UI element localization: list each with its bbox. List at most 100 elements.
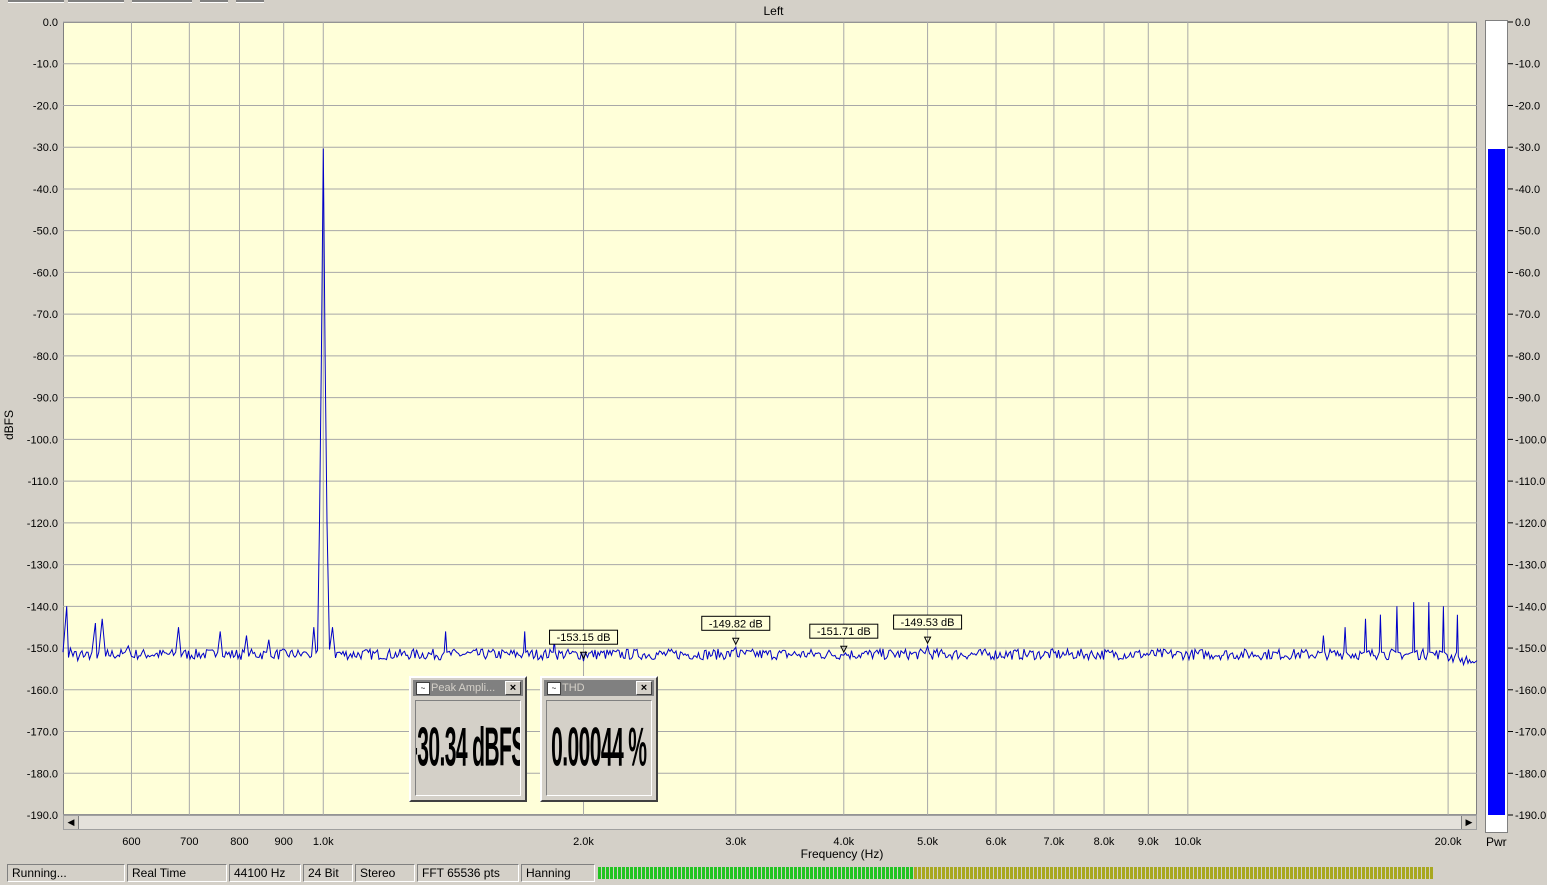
progress-segment [1026,867,1029,879]
progress-segment [1074,867,1077,879]
progress-segment [1310,867,1313,879]
progress-segment [1186,867,1189,879]
grid-lines [63,21,1477,816]
progress-segment [814,867,817,879]
progress-segment [926,867,929,879]
progress-segment [762,867,765,879]
power-meter-fill [1488,148,1505,815]
progress-segment [798,867,801,879]
status-sample-rate: 44100 Hz [229,864,301,882]
progress-segment [962,867,965,879]
progress-segment [1374,867,1377,879]
progress-segment [1102,867,1105,879]
progress-segment [1270,867,1273,879]
y-tick-label: -140.0 [27,601,58,613]
progress-segment [950,867,953,879]
progress-segment [970,867,973,879]
y-tick-label: -20.0 [33,100,58,112]
progress-segment [902,867,905,879]
progress-segment [1142,867,1145,879]
progress-segment [1126,867,1129,879]
progress-segment [654,867,657,879]
meter-tick-label: -40.0 [1515,184,1540,196]
progress-segment [1350,867,1353,879]
progress-segment [958,867,961,879]
progress-segment [1210,867,1213,879]
progress-segment [1058,867,1061,879]
progress-segment [1430,867,1433,879]
y-tick-label: -10.0 [33,59,58,71]
progress-segment [946,867,949,879]
progress-segment [1366,867,1369,879]
progress-segment [606,867,609,879]
progress-segment [694,867,697,879]
y-tick-label: -50.0 [33,226,58,238]
progress-segment [1222,867,1225,879]
frequency-scrollbar[interactable]: ◀ ▶ [63,815,1477,830]
progress-segment [878,867,881,879]
progress-segment [982,867,985,879]
y-tick-label: -170.0 [27,727,58,739]
widget-titlebar[interactable]: ~ Peak Ampli... × [413,680,523,696]
progress-segment [714,867,717,879]
progress-segment [1166,867,1169,879]
spectrum-chart: 0.0 -10.0 -20.0 -30.0 -40.0 -50.0 -60.0 -70.0 -8… [27,17,1546,848]
progress-segment [1046,867,1049,879]
progress-segment [766,867,769,879]
peak-amplitude-widget[interactable]: ~ Peak Ampli... × -30.34 dBFS [409,676,527,802]
progress-segment [1118,867,1121,879]
progress-segment [1422,867,1425,879]
widget-titlebar[interactable]: ~ THD × [544,680,654,696]
progress-segment [1034,867,1037,879]
y-tick-label: -30.0 [33,142,58,154]
y-tick-label: -100.0 [27,434,58,446]
status-bit-depth: 24 Bit [303,864,353,882]
scroll-left-button[interactable]: ◀ [64,816,79,829]
progress-segment [1338,867,1341,879]
meter-tick-label: -140.0 [1515,601,1546,613]
meter-tick-label: -60.0 [1515,267,1540,279]
thd-value: 0.00044 % [551,716,647,778]
progress-segment [638,867,641,879]
progress-segment [858,867,861,879]
spectrum-trace [62,148,1478,667]
y-axis-ticks: 0.0 -10.0 -20.0 -30.0 -40.0 -50.0 -60.0 -70.0 -8… [27,17,58,822]
y-tick-label: -150.0 [27,643,58,655]
progress-segment [686,867,689,879]
progress-segment [738,867,741,879]
progress-segment [914,867,917,879]
meter-tick-label: -70.0 [1515,309,1540,321]
progress-segment [602,867,605,879]
progress-segment [1078,867,1081,879]
progress-segment [1050,867,1053,879]
progress-segment [898,867,901,879]
meter-tick-label: 0.0 [1515,17,1530,29]
progress-segment [1334,867,1337,879]
x-axis-label: Frequency (Hz) [800,847,884,861]
power-meter-label: Pwr [1486,835,1507,849]
progress-segment [622,867,625,879]
meter-tick-label: -50.0 [1515,226,1540,238]
close-icon[interactable]: × [636,681,652,695]
progress-segment [610,867,613,879]
progress-segment [966,867,969,879]
progress-segment [630,867,633,879]
progress-segment [1278,867,1281,879]
progress-segment [642,867,645,879]
scroll-right-button[interactable]: ▶ [1461,816,1476,829]
progress-segment [1218,867,1221,879]
progress-segment [1266,867,1269,879]
progress-segment [842,867,845,879]
meter-tick-label: -130.0 [1515,560,1546,572]
progress-segment [726,867,729,879]
progress-segment [1326,867,1329,879]
buffer-progress [598,867,1433,879]
thd-widget[interactable]: ~ THD × 0.00044 % [540,676,658,802]
progress-segment [1146,867,1149,879]
progress-segment [1190,867,1193,879]
progress-segment [1110,867,1113,879]
progress-segment [874,867,877,879]
progress-segment [910,867,913,879]
progress-segment [934,867,937,879]
close-icon[interactable]: × [505,681,521,695]
